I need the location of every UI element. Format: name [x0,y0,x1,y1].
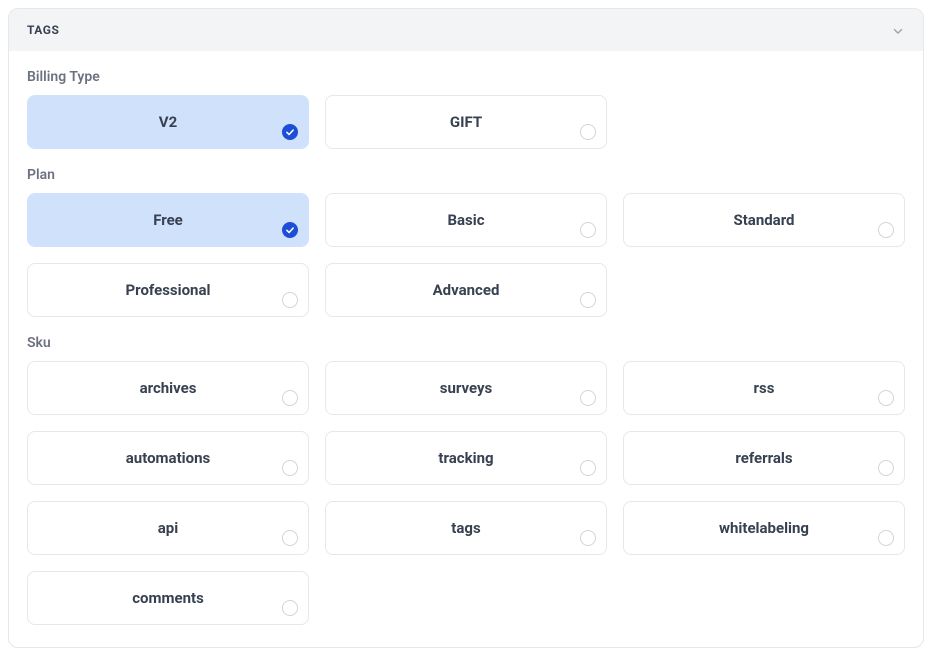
radio-unchecked-icon [282,390,298,406]
option-plan-standard[interactable]: Standard [623,193,905,247]
options-container: archives surveys rss automations tracking ref… [27,361,905,625]
option-plan-professional[interactable]: Professional [27,263,309,317]
option-label: comments [132,589,204,607]
option-label: api [158,519,178,537]
panel-title: TAGS [27,23,59,37]
option-label: Advanced [433,281,500,299]
option-plan-advanced[interactable]: Advanced [325,263,607,317]
option-label: surveys [440,379,493,397]
group-label: Sku [27,335,905,351]
option-sku-comments[interactable]: comments [27,571,309,625]
option-label: archives [140,379,197,397]
option-billing-type-v2[interactable]: V2 [27,95,309,149]
group-label: Plan [27,167,905,183]
option-plan-free[interactable]: Free [27,193,309,247]
radio-unchecked-icon [878,222,894,238]
option-label: V2 [159,113,177,131]
option-label: Basic [447,211,484,229]
group-plan: Plan Free Basic Standard Professional Advance… [27,167,905,317]
option-label: GIFT [450,113,482,131]
radio-unchecked-icon [282,600,298,616]
radio-unchecked-icon [282,530,298,546]
radio-unchecked-icon [580,460,596,476]
radio-unchecked-icon [878,460,894,476]
option-label: automations [126,449,210,467]
group-billing-type: Billing Type V2 GIFT [27,69,905,149]
check-circle-icon [282,124,298,140]
radio-unchecked-icon [282,460,298,476]
option-sku-rss[interactable]: rss [623,361,905,415]
option-label: referrals [735,449,792,467]
option-sku-referrals[interactable]: referrals [623,431,905,485]
option-plan-basic[interactable]: Basic [325,193,607,247]
check-circle-icon [282,222,298,238]
tags-panel-header[interactable]: TAGS [9,9,923,51]
option-sku-tags[interactable]: tags [325,501,607,555]
radio-unchecked-icon [580,222,596,238]
option-label: tags [451,519,480,537]
group-sku: Sku archives surveys rss automations tracking… [27,335,905,625]
option-label: tracking [438,449,493,467]
option-sku-automations[interactable]: automations [27,431,309,485]
option-label: Professional [126,281,211,299]
option-label: Standard [733,211,794,229]
option-sku-archives[interactable]: archives [27,361,309,415]
chevron-down-icon [891,23,905,37]
option-label: whitelabeling [719,519,809,537]
radio-unchecked-icon [878,390,894,406]
tags-panel-body: Billing TypeV2GIFTPlanFreeBasicStandardP… [9,51,923,647]
option-sku-surveys[interactable]: surveys [325,361,607,415]
option-billing-type-gift[interactable]: GIFT [325,95,607,149]
radio-unchecked-icon [282,292,298,308]
radio-unchecked-icon [878,530,894,546]
option-sku-whitelabeling[interactable]: whitelabeling [623,501,905,555]
options-container: Free Basic Standard Professional Advanced [27,193,905,317]
option-label: Free [153,211,183,229]
options-container: V2 GIFT [27,95,905,149]
option-sku-api[interactable]: api [27,501,309,555]
tags-panel: TAGS Billing Type V2 GIFT Plan Free Basic Stan… [8,8,924,648]
radio-unchecked-icon [580,530,596,546]
radio-unchecked-icon [580,124,596,140]
radio-unchecked-icon [580,390,596,406]
radio-unchecked-icon [580,292,596,308]
option-label: rss [754,379,775,397]
option-sku-tracking[interactable]: tracking [325,431,607,485]
group-label: Billing Type [27,69,905,85]
